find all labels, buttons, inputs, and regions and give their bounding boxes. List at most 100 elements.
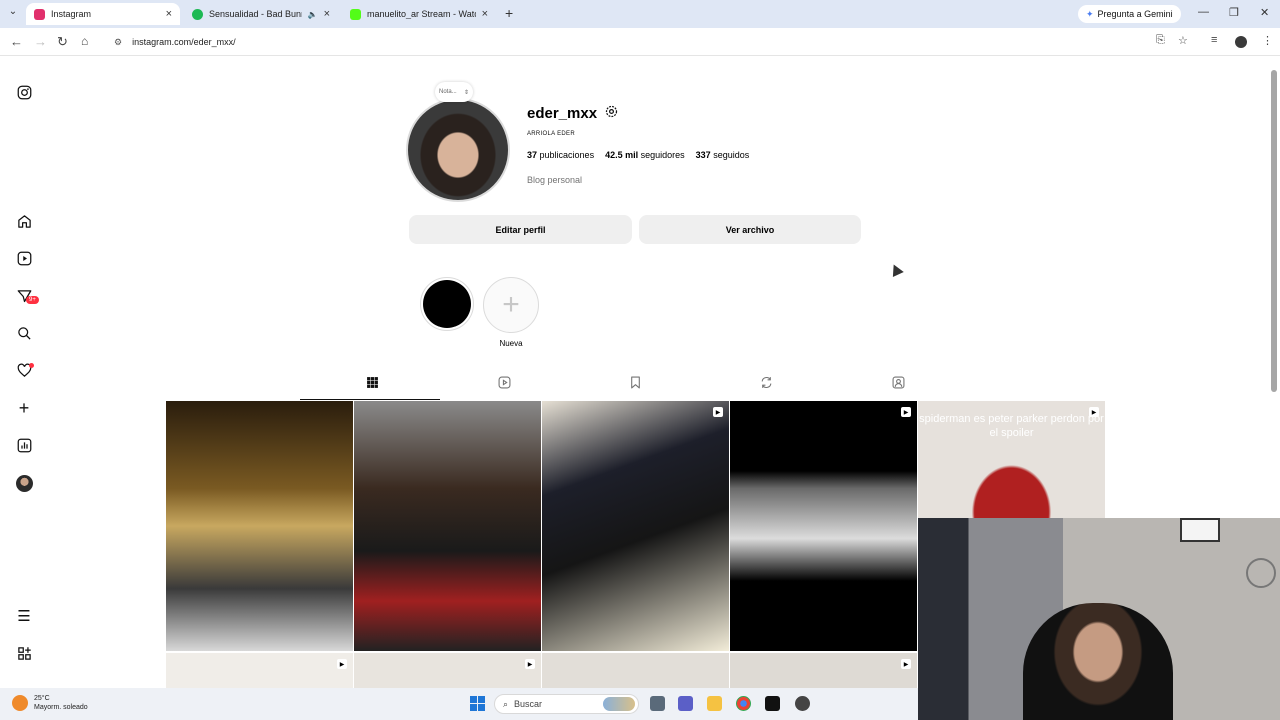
- profile-avatar-icon[interactable]: [1235, 36, 1247, 48]
- reel-icon: ▶: [901, 659, 911, 669]
- tiktok-icon[interactable]: [765, 696, 780, 711]
- address-bar[interactable]: ⚙ instagram.com/eder_mxx/: [108, 31, 1168, 53]
- followers-count: 42.5 mil: [605, 150, 639, 160]
- followers-stat[interactable]: 42.5 mil seguidores: [605, 150, 685, 160]
- media-control-icon[interactable]: ≡: [1211, 34, 1217, 46]
- file-explorer-icon[interactable]: [707, 696, 722, 711]
- install-app-icon[interactable]: ⎘: [1156, 34, 1165, 47]
- post-tile[interactable]: [166, 401, 353, 651]
- close-tab-icon[interactable]: ×: [166, 8, 172, 20]
- profile-avatar[interactable]: [16, 475, 33, 492]
- gemini-button[interactable]: ✦ Pregunta a Gemini: [1078, 5, 1181, 23]
- saved-bookmark-icon[interactable]: [625, 376, 645, 392]
- close-window-icon[interactable]: ✕: [1260, 6, 1269, 19]
- sun-icon: [12, 695, 28, 711]
- post-tile[interactable]: [354, 401, 541, 651]
- close-tab-icon[interactable]: ×: [482, 8, 488, 20]
- posts-count: 37: [527, 150, 538, 160]
- post-tile[interactable]: ▶: [166, 653, 353, 688]
- profile-picture[interactable]: [406, 98, 510, 202]
- create-plus-icon[interactable]: +: [14, 398, 34, 418]
- home-icon[interactable]: ⌂: [81, 34, 88, 48]
- close-tab-icon[interactable]: ×: [324, 8, 330, 20]
- post-tile[interactable]: ▶: [730, 653, 917, 688]
- following-stat[interactable]: 337 seguidos: [696, 150, 750, 160]
- reels-tab-icon[interactable]: [494, 376, 514, 392]
- messages-badge: 9+: [26, 296, 39, 304]
- chrome-icon[interactable]: [736, 696, 751, 711]
- more-menu-icon[interactable]: ⋮: [1262, 34, 1273, 47]
- page-scrollbar[interactable]: [1271, 70, 1277, 392]
- active-tab-indicator: [300, 399, 440, 400]
- taskbar-search-box[interactable]: ⌕ Buscar: [494, 694, 639, 714]
- note-sort-icon: ⇕: [463, 89, 469, 96]
- instagram-favicon-icon: [34, 8, 45, 20]
- home-icon[interactable]: [14, 211, 34, 231]
- plus-icon: +: [502, 288, 520, 321]
- bookmark-star-icon[interactable]: ☆: [1178, 34, 1188, 47]
- settings-gear-icon[interactable]: [604, 104, 619, 123]
- reposts-icon[interactable]: [756, 376, 776, 392]
- reel-icon: ▶: [1089, 407, 1099, 417]
- view-archive-button[interactable]: Ver archivo: [639, 215, 861, 244]
- search-highlight-image: [603, 697, 635, 711]
- wall-badge: [1246, 558, 1276, 588]
- also-from-meta-icon[interactable]: [14, 643, 34, 663]
- note-label: Nota...: [439, 89, 457, 95]
- forward-icon[interactable]: →: [34, 34, 47, 49]
- task-view-icon[interactable]: [650, 696, 665, 711]
- wall-frame: [1180, 518, 1220, 542]
- profile-tabs: [166, 370, 1104, 400]
- post-tile[interactable]: [542, 653, 729, 688]
- full-name: ARRIOLA EDER: [527, 131, 575, 137]
- reels-icon[interactable]: [14, 248, 34, 268]
- gemini-sparkle-icon: ✦: [1086, 8, 1094, 19]
- reel-icon: ▶: [337, 659, 347, 669]
- dashboard-icon[interactable]: [14, 435, 34, 455]
- webcam-person: [1023, 603, 1173, 720]
- tagged-icon[interactable]: [888, 376, 908, 392]
- minimize-icon[interactable]: —: [1198, 6, 1209, 18]
- tab-title: manuelito_ar Stream - Watch L: [367, 9, 476, 19]
- mouse-cursor: [888, 261, 904, 278]
- browser-tab-instagram[interactable]: Instagram ×: [26, 3, 180, 25]
- more-menu-icon[interactable]: ☰: [14, 606, 34, 626]
- post-tile[interactable]: spiderman es peter parker perdon por el …: [918, 401, 1105, 518]
- weather-text: 25°C Mayorm. soleado: [34, 694, 88, 712]
- post-tile[interactable]: ▶: [542, 401, 729, 651]
- post-tile[interactable]: ▶: [354, 653, 541, 688]
- reel-icon: ▶: [901, 407, 911, 417]
- windows-taskbar: 25°C Mayorm. soleado ⌕ Buscar: [0, 688, 918, 720]
- windows-start-icon[interactable]: [470, 696, 485, 711]
- maximize-icon[interactable]: ❐: [1229, 6, 1239, 19]
- reload-icon[interactable]: ↻: [57, 34, 68, 50]
- reel-icon: ▶: [525, 659, 535, 669]
- kick-favicon-icon: [350, 8, 361, 20]
- note-bubble[interactable]: Nota... ⇕: [435, 82, 473, 102]
- posts-stat: 37 publicaciones: [527, 150, 594, 160]
- tab-title: Instagram: [51, 9, 92, 19]
- browser-tab-kick[interactable]: manuelito_ar Stream - Watch L ×: [342, 3, 496, 25]
- new-tab-button[interactable]: +: [505, 5, 513, 21]
- posts-grid-icon[interactable]: [362, 376, 382, 392]
- back-icon[interactable]: ←: [10, 34, 23, 49]
- browser-tab-bar: ⌄ Instagram × Sensualidad - Bad Bunny, P…: [0, 0, 1280, 28]
- new-highlight-button[interactable]: +: [483, 277, 539, 333]
- spotify-favicon-icon: [192, 8, 203, 20]
- search-icon[interactable]: [14, 323, 34, 343]
- post-tile[interactable]: ▶: [730, 401, 917, 651]
- following-count: 337: [695, 150, 711, 160]
- speaker-icon[interactable]: 🔈: [308, 10, 318, 19]
- story-highlight[interactable]: [420, 277, 474, 331]
- url-text: instagram.com/eder_mxx/: [132, 37, 236, 47]
- instagram-logo-icon[interactable]: [14, 82, 34, 102]
- highlight-cover: [423, 280, 471, 328]
- browser-tab-spotify[interactable]: Sensualidad - Bad Bunny, P 🔈 ×: [184, 3, 338, 25]
- site-info-icon[interactable]: ⚙: [114, 37, 122, 48]
- posts-label: publicaciones: [539, 150, 595, 160]
- obs-icon[interactable]: [795, 696, 810, 711]
- edit-profile-button[interactable]: Editar perfil: [409, 215, 632, 244]
- tab-search-chevron-icon[interactable]: ⌄: [6, 6, 20, 17]
- teams-icon[interactable]: [678, 696, 693, 711]
- weather-widget[interactable]: 25°C Mayorm. soleado: [12, 694, 88, 712]
